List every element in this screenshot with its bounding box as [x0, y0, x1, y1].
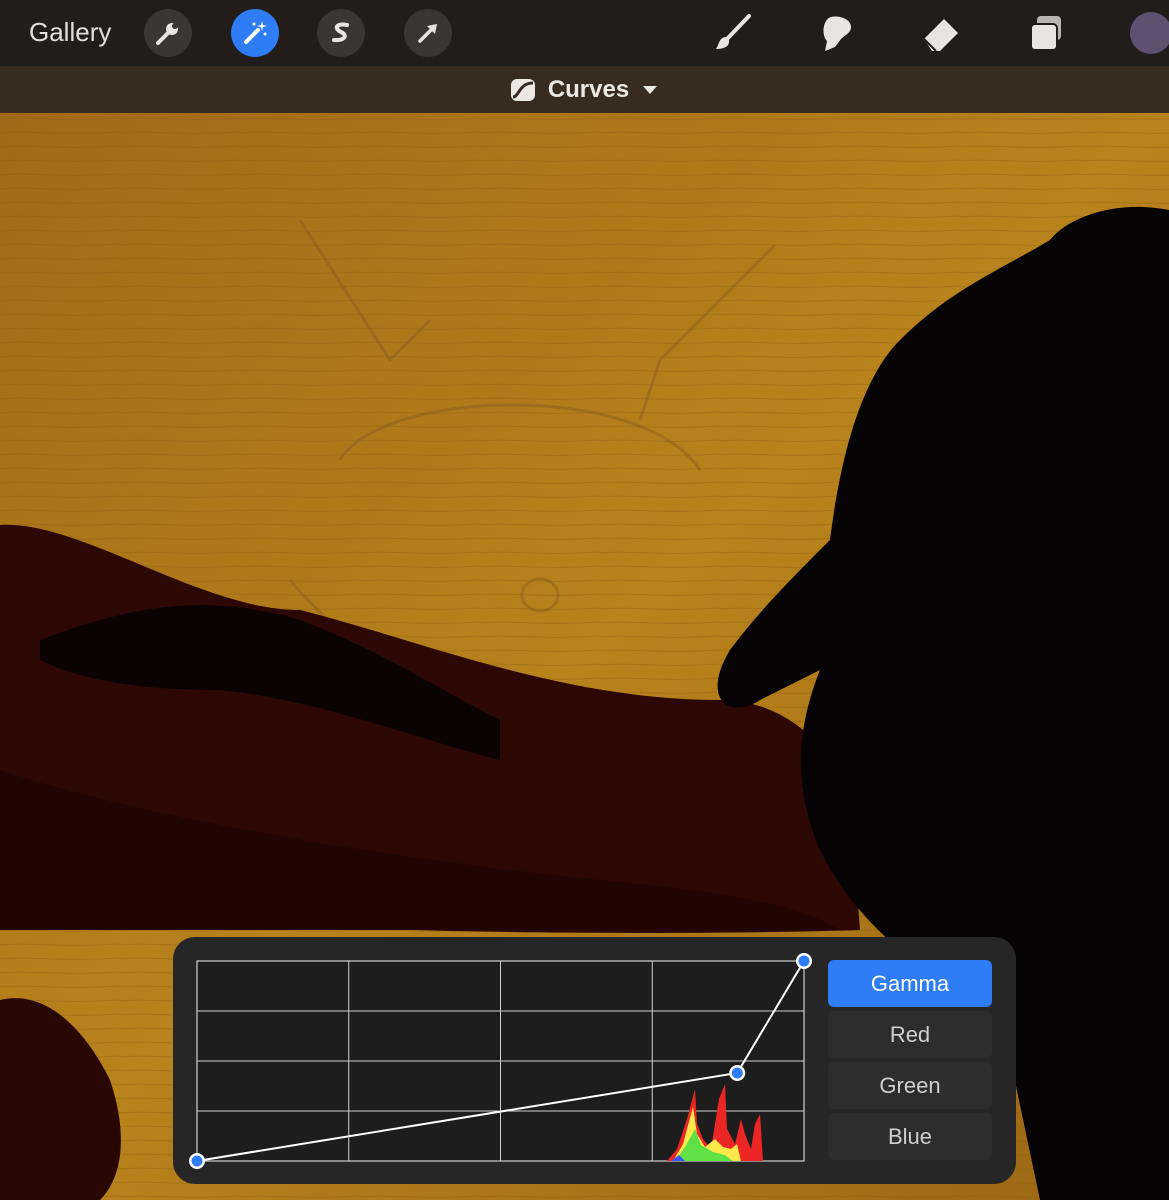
curve-point-0-fill [191, 1155, 203, 1167]
curve-point-1-fill [731, 1067, 743, 1079]
top-toolbar: Gallery [0, 0, 1169, 66]
smudge-button[interactable] [815, 12, 859, 54]
chevron-down-icon[interactable] [641, 84, 659, 96]
selection-icon [332, 22, 349, 43]
smudge-icon [823, 16, 851, 51]
arrow-icon [418, 24, 437, 43]
magic-wand-icon [244, 21, 267, 44]
channel-button-red[interactable]: Red [828, 1011, 992, 1058]
wrench-icon [156, 23, 178, 45]
eraser-icon [923, 19, 958, 52]
channel-button-green[interactable]: Green [828, 1062, 992, 1109]
actions-wrench-button[interactable] [144, 9, 192, 57]
brush-icon [716, 14, 751, 49]
channel-button-gamma[interactable]: Gamma [828, 960, 992, 1007]
curves-graph[interactable] [185, 949, 825, 1179]
curves-icon [510, 78, 535, 101]
selection-button[interactable] [317, 9, 365, 57]
adjustment-title: Curves [547, 75, 630, 103]
transform-button[interactable] [404, 9, 452, 57]
color-picker-button[interactable] [1130, 12, 1169, 54]
curves-panel: Gamma Red Green Blue [173, 937, 1016, 1184]
adjustments-button[interactable] [231, 9, 279, 57]
brush-button[interactable] [711, 12, 755, 54]
channel-button-blue[interactable]: Blue [828, 1113, 992, 1160]
layers-icon [1030, 16, 1061, 51]
gallery-button[interactable]: Gallery [29, 17, 111, 48]
layers-button[interactable] [1024, 12, 1068, 54]
eraser-button[interactable] [919, 12, 963, 54]
curve-point-2-fill [798, 955, 810, 967]
curves-graph-svg [189, 953, 812, 1169]
adjustment-title-bar[interactable]: Curves [0, 66, 1169, 113]
